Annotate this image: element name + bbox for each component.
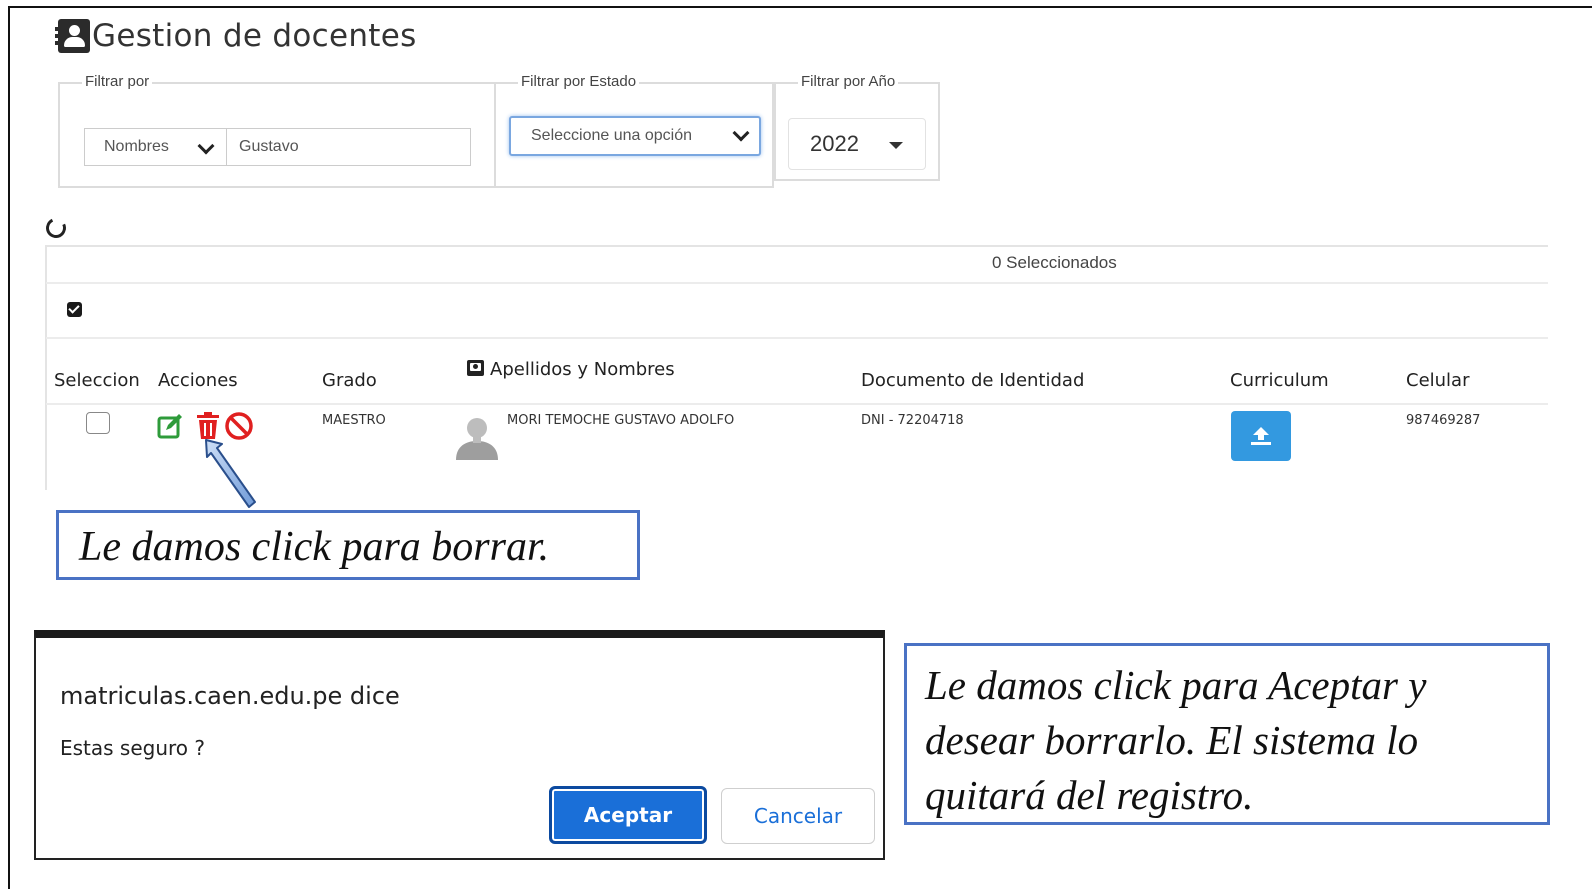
row-select-checkbox[interactable] (86, 412, 110, 434)
accept-button[interactable]: Aceptar (549, 786, 707, 844)
filter-search-value: Gustavo (239, 138, 299, 155)
caret-down-icon (889, 142, 903, 149)
dialog-message: Estas seguro ? (60, 736, 206, 760)
page-title: Gestion de docentes (92, 18, 417, 54)
col-header-nombres-label: Apellidos y Nombres (490, 359, 675, 380)
col-header-celular: Celular (1406, 370, 1470, 391)
filter-field-select[interactable]: Nombres (84, 128, 227, 166)
year-select[interactable]: 2022 (788, 118, 926, 170)
contacts-book-icon (55, 19, 90, 53)
filter-search-input[interactable]: Gustavo (226, 128, 471, 166)
status-select-placeholder: Seleccione una opción (531, 127, 693, 144)
filter-status-group: Filtrar por Estado Seleccione una opción (494, 73, 774, 188)
filter-status-legend: Filtrar por Estado (518, 73, 640, 90)
annotation-delete-text: Le damos click para borrar. (79, 524, 550, 570)
divider (46, 337, 1548, 339)
divider (46, 282, 1548, 284)
upload-cv-button[interactable] (1231, 411, 1291, 461)
chevron-down-icon (197, 137, 215, 155)
chevron-down-icon (732, 124, 750, 142)
col-header-grado: Grado (322, 370, 377, 391)
cancel-button[interactable]: Cancelar (721, 788, 875, 844)
annotation-accept-hint: Le damos click para Aceptar y desear bor… (904, 643, 1550, 825)
edit-icon[interactable] (157, 413, 183, 439)
annotation-accept-line: Le damos click para Aceptar y (925, 662, 1427, 708)
table-top-border (46, 245, 1548, 247)
filter-by-legend: Filtrar por (82, 73, 153, 90)
id-card-icon (467, 360, 484, 376)
page-header: Gestion de docentes (55, 18, 417, 54)
selected-count: 0 Seleccionados (992, 253, 1117, 272)
year-select-value: 2022 (810, 131, 859, 156)
filter-by-field-group: Filtrar por Nombres Gustavo (58, 73, 496, 188)
col-header-curriculum: Curriculum (1230, 370, 1329, 391)
dialog-title: matriculas.caen.edu.pe dice (60, 682, 400, 710)
confirm-dialog: matriculas.caen.edu.pe dice Estas seguro… (34, 630, 885, 860)
avatar (456, 418, 498, 460)
col-header-seleccion: Seleccion (54, 370, 140, 391)
divider (46, 403, 1548, 405)
row-nombre: MORI TEMOCHE GUSTAVO ADOLFO (507, 413, 735, 428)
callout-arrow-icon (205, 439, 256, 508)
status-select[interactable]: Seleccione una opción (509, 116, 761, 156)
annotation-accept-line: quitará del registro. (925, 772, 1254, 818)
filter-year-group: Filtrar por Año 2022 (774, 73, 940, 181)
select-all-checkbox[interactable] (67, 302, 82, 317)
filter-field-value: Nombres (104, 138, 169, 155)
annotation-accept-line: desear borrarlo. El sistema lo (925, 717, 1419, 763)
filter-year-legend: Filtrar por Año (798, 73, 899, 90)
col-header-acciones: Acciones (158, 370, 238, 391)
annotation-delete-hint: Le damos click para borrar. (56, 510, 640, 580)
col-header-documento: Documento de Identidad (861, 370, 1085, 391)
row-grado: MAESTRO (322, 413, 386, 428)
col-header-nombres: Apellidos y Nombres (467, 359, 675, 380)
row-celular: 987469287 (1406, 413, 1481, 428)
row-documento: DNI - 72204718 (861, 413, 964, 428)
